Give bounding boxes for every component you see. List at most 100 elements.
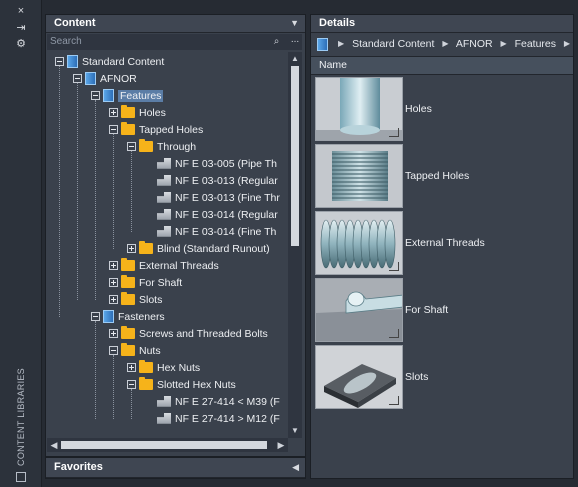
scrollbar-thumb-horizontal[interactable] [61, 441, 267, 449]
list-item[interactable]: Slots [315, 345, 565, 411]
gear-icon[interactable]: ⚙ [14, 38, 28, 50]
favorites-panel[interactable]: Favorites ◀ [45, 457, 306, 479]
tree-vertical-scrollbar[interactable]: ▲ ▼ [288, 52, 302, 438]
tree-node[interactable]: NF E 27-414 < M39 (F [157, 394, 280, 410]
search-input[interactable]: Search [47, 34, 288, 50]
tree-node-label: Standard Content [82, 56, 165, 68]
tree-node[interactable]: NF E 03-005 (Pipe Th [157, 156, 277, 172]
tree-node-label: Blind (Standard Runout) [157, 243, 270, 255]
tree-node[interactable]: Fasteners [91, 309, 165, 325]
tree-node-label: Screws and Threaded Bolts [139, 328, 268, 340]
tree-node[interactable]: Standard Content [55, 54, 164, 70]
folder-icon [121, 257, 135, 271]
scroll-down-icon[interactable]: ▼ [288, 425, 302, 437]
details-panel-header: Details [311, 15, 573, 33]
collapse-icon[interactable] [91, 311, 100, 321]
tree-guide-line [77, 83, 78, 300]
part-icon [157, 157, 171, 169]
close-icon[interactable]: × [14, 5, 28, 17]
holes-thumbnail [315, 77, 403, 141]
collapse-icon[interactable] [109, 124, 118, 134]
item-name: Slots [405, 371, 429, 383]
tree-guide-line [59, 66, 60, 317]
folder-icon [139, 359, 153, 373]
collapse-icon[interactable] [109, 345, 118, 355]
content-panel-header: Content ▼ [46, 15, 305, 33]
tree-node[interactable]: Features [91, 88, 164, 104]
chevron-down-icon[interactable]: ▼ [290, 18, 299, 28]
tree-node-label: Slots [139, 294, 163, 306]
tree-node-label: Hex Nuts [157, 362, 201, 374]
breadcrumb-item-afnor[interactable]: AFNOR [456, 38, 493, 50]
breadcrumb-item-features[interactable]: Features [515, 38, 556, 50]
list-item[interactable]: Tapped Holes [315, 144, 565, 210]
auto-hide-icon[interactable]: ⇥ [14, 22, 28, 34]
part-icon [157, 174, 171, 186]
tree-node[interactable]: Slots [109, 291, 163, 308]
tree-node[interactable]: Screws and Threaded Bolts [109, 325, 268, 342]
folder-icon [139, 240, 153, 254]
content-libraries-strip: × ⇥ ⚙ CONTENT LIBRARIES [0, 0, 42, 487]
collapse-icon[interactable] [55, 56, 64, 66]
content-panel-title: Content [54, 17, 96, 29]
breadcrumb-separator-icon[interactable]: ▶ [564, 39, 570, 48]
tree-node-label: AFNOR [100, 73, 137, 85]
expand-icon[interactable] [109, 328, 118, 338]
folder-icon [121, 121, 135, 135]
tree-node[interactable]: NF E 03-014 (Fine Th [157, 224, 276, 240]
tree-node[interactable]: NF E 03-013 (Regular [157, 173, 278, 189]
tree-node[interactable]: Tapped Holes [109, 121, 203, 138]
expand-icon[interactable] [109, 107, 118, 117]
search-options-button[interactable]: ... [288, 34, 302, 50]
scroll-up-icon[interactable]: ▲ [288, 53, 302, 65]
tree-node[interactable]: Blind (Standard Runout) [127, 240, 270, 257]
tree-guide-line [131, 151, 132, 232]
part-icon [157, 395, 171, 407]
tree-node[interactable]: Nuts [109, 342, 161, 359]
breadcrumb-separator-icon[interactable]: ▶ [338, 39, 344, 48]
breadcrumb-item-standard-content[interactable]: Standard Content [352, 38, 434, 50]
favorites-panel-header[interactable]: Favorites ◀ [46, 458, 305, 478]
tree-node[interactable]: NF E 03-014 (Regular [157, 207, 278, 223]
expand-icon[interactable] [109, 260, 118, 270]
collapse-icon[interactable] [91, 90, 100, 100]
collapse-icon[interactable] [127, 141, 136, 151]
tree-guide-line [95, 100, 96, 300]
breadcrumb-separator-icon[interactable]: ▶ [442, 39, 448, 48]
tree-node-label: Features [118, 90, 164, 102]
slots-thumbnail [315, 345, 403, 409]
list-item[interactable]: For Shaft [315, 278, 565, 344]
chevron-left-icon[interactable]: ◀ [292, 462, 299, 473]
list-item[interactable]: Holes [315, 77, 565, 143]
scroll-right-icon[interactable]: ▶ [275, 438, 287, 452]
list-item[interactable]: External Threads [315, 211, 565, 277]
expand-icon[interactable] [109, 277, 118, 287]
library-icon[interactable] [16, 472, 26, 482]
tree-node[interactable]: For Shaft [109, 274, 183, 291]
expand-icon[interactable] [109, 294, 118, 304]
tree-node-label: External Threads [139, 260, 219, 272]
collapse-icon[interactable] [127, 379, 136, 389]
expand-icon[interactable] [127, 362, 136, 372]
tree-node-label: For Shaft [139, 277, 183, 289]
scroll-left-icon[interactable]: ◀ [48, 438, 60, 452]
tree-node[interactable]: External Threads [109, 257, 219, 274]
column-header-name[interactable]: Name [311, 56, 573, 75]
scrollbar-thumb[interactable] [291, 66, 299, 246]
item-name: Holes [405, 103, 432, 115]
expand-icon[interactable] [127, 243, 136, 253]
tree-horizontal-scrollbar[interactable]: ◀ ▶ [47, 438, 288, 452]
tree-node[interactable]: Holes [109, 104, 166, 121]
tree-node[interactable]: AFNOR [73, 71, 137, 87]
folder-icon [121, 104, 135, 118]
tree-node[interactable]: NF E 27-414 > M12 (F [157, 411, 280, 427]
breadcrumb-separator-icon[interactable]: ▶ [500, 39, 506, 48]
tree-node[interactable]: NF E 03-013 (Fine Thr [157, 190, 280, 206]
tree-node-label: NF E 03-005 (Pipe Th [175, 158, 277, 170]
tree-node[interactable]: Through [127, 138, 196, 155]
collapse-icon[interactable] [73, 73, 82, 83]
tree-node[interactable]: Hex Nuts [127, 359, 201, 376]
tree-node[interactable]: Slotted Hex Nuts [127, 376, 236, 393]
tree-guide-line [131, 389, 132, 419]
search-icon[interactable]: ⌕ [269, 35, 284, 49]
